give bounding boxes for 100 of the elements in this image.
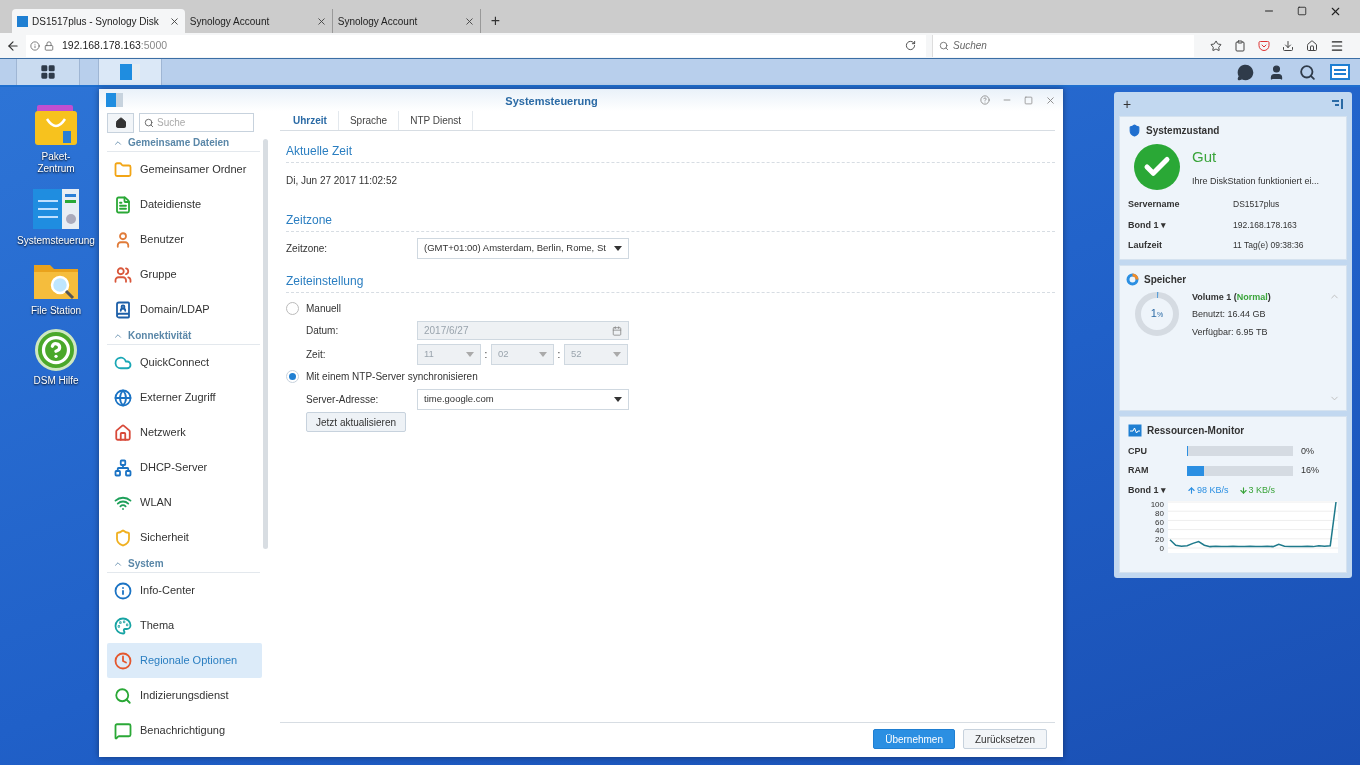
sidebar-section-title[interactable]: System	[128, 556, 164, 571]
interface-dropdown[interactable]: Bond 1 ▾	[1128, 483, 1187, 497]
donut-icon	[1126, 272, 1139, 286]
home-icon	[114, 117, 127, 129]
search-icon	[939, 40, 949, 51]
sidebar-item[interactable]: DHCP-Server	[107, 450, 262, 485]
field-label: Zeitzone:	[286, 242, 329, 256]
sidebar-item[interactable]: Sicherheit	[107, 520, 262, 555]
sidebar-section-title[interactable]: Gemeinsame Dateien	[128, 135, 230, 150]
sidebar-item[interactable]: Indizierungsdienst	[107, 678, 262, 713]
globe-icon	[114, 388, 132, 407]
browser-tab[interactable]: DS1517plus - Synology Disk	[12, 9, 185, 33]
close-icon[interactable]	[315, 15, 327, 27]
close-icon[interactable]	[168, 15, 180, 27]
info-icon[interactable]	[30, 40, 40, 51]
field-label: Server-Adresse:	[306, 393, 380, 407]
clipboard-icon[interactable]	[1234, 39, 1246, 52]
sidebar-section-title[interactable]: Konnektivität	[128, 328, 192, 343]
main-menu-button[interactable]	[16, 59, 80, 85]
widgets-toggle-icon[interactable]	[1330, 64, 1350, 80]
info-label: Laufzeit	[1128, 239, 1163, 252]
maximize-icon[interactable]	[1297, 6, 1307, 16]
sidebar-item[interactable]: Thema	[107, 608, 262, 643]
magnifier-icon	[114, 686, 132, 705]
chat-icon[interactable]	[1237, 63, 1254, 81]
new-tab-button[interactable]: +	[480, 9, 511, 33]
info-value: 192.168.178.163	[1233, 218, 1297, 232]
field-label: Zeit:	[306, 348, 327, 362]
download-arrow-icon	[1238, 485, 1248, 495]
axis-tick: 100	[1150, 501, 1164, 509]
file-icon	[114, 195, 132, 214]
axis-tick: 80	[1155, 509, 1164, 518]
monitor-pulse-icon	[1128, 423, 1142, 437]
pocket-icon[interactable]	[1258, 39, 1270, 52]
axis-tick: 20	[1155, 536, 1164, 545]
radio-label[interactable]: Mit einem NTP-Server synchronisieren	[306, 369, 478, 384]
tab[interactable]: Uhrzeit	[282, 111, 339, 130]
volume-name: Volume 1 (Normal)	[1192, 290, 1272, 304]
back-icon[interactable]	[6, 38, 20, 53]
lock-icon[interactable]	[44, 40, 54, 51]
download-icon[interactable]	[1282, 39, 1294, 52]
control-panel-taskbar-button[interactable]	[98, 59, 162, 85]
user-icon	[114, 230, 132, 249]
desktop-shortcut-label[interactable]: Paket-Zentrum	[32, 151, 80, 175]
window-title: Systemsteuerung	[505, 95, 598, 107]
desktop-shortcut-label[interactable]: DSM Hilfe	[33, 375, 79, 387]
browser-search-field[interactable]: Suchen	[932, 34, 1194, 57]
server-address-dropdown[interactable]: time.google.com	[417, 389, 629, 410]
control-panel-icon	[120, 63, 140, 81]
tab[interactable]: Sprache	[338, 111, 400, 130]
sidebar-item[interactable]: Benutzer	[107, 222, 262, 257]
network-icon	[114, 458, 132, 477]
info-icon	[114, 581, 132, 600]
reload-icon[interactable]	[905, 40, 916, 51]
shopping-bag-icon	[33, 103, 79, 147]
axis-tick: 0	[1159, 545, 1164, 553]
sidebar-item[interactable]: Domain/LDAP	[107, 292, 262, 327]
update-now-button[interactable]: Jetzt aktualisieren	[306, 412, 407, 432]
favicon-icon	[17, 15, 28, 27]
sidebar-item[interactable]: Info-Center	[107, 573, 262, 608]
home-button[interactable]	[107, 113, 134, 133]
info-label: Servername	[1128, 198, 1181, 211]
home-icon[interactable]	[1306, 39, 1318, 52]
search-icon[interactable]	[1299, 63, 1316, 81]
desktop-shortcut-label[interactable]: Systemsteuerung	[17, 235, 95, 247]
sidebar-item[interactable]: QuickConnect	[107, 345, 262, 380]
sidebar-item[interactable]: Externer Zugriff	[107, 380, 262, 415]
timezone-dropdown[interactable]: (GMT+01:00) Amsterdam, Berlin, Rome, St	[417, 238, 629, 259]
info-value: DS1517plus	[1233, 198, 1280, 211]
sidebar-item[interactable]: Dateidienste	[107, 187, 262, 222]
users-icon	[114, 265, 132, 284]
desktop-shortcut-label[interactable]: File Station	[31, 305, 81, 317]
caret-icon[interactable]	[614, 397, 622, 402]
control-panel-icon	[106, 93, 123, 107]
upload-rate: 98 KB/s	[1197, 483, 1229, 497]
user-icon[interactable]	[1268, 63, 1285, 81]
url-text[interactable]: 192.168.178.163:5000	[62, 37, 168, 54]
meter-label: RAM	[1128, 464, 1150, 477]
tab-title: Synology Account	[189, 14, 271, 29]
caret-icon[interactable]	[614, 246, 622, 251]
menu-icon[interactable]	[1330, 38, 1344, 53]
sidebar-item[interactable]: Netzwerk	[107, 415, 262, 450]
tab[interactable]: NTP Dienst	[399, 111, 474, 130]
section-heading: Zeiteinstellung	[286, 274, 364, 288]
used-space: Benutzt: 16.44 GB	[1192, 308, 1267, 321]
control-panel-icon	[32, 187, 80, 231]
field-label: Datum:	[306, 324, 340, 338]
reset-button[interactable]: Zurücksetzen	[962, 729, 1047, 749]
sidebar-item[interactable]: Benachrichtigung	[107, 713, 262, 748]
close-icon[interactable]	[463, 15, 475, 27]
sidebar-item[interactable]: WLAN	[107, 485, 262, 520]
panel-toggle-icon[interactable]	[1332, 99, 1343, 109]
sidebar-item[interactable]: Gruppe	[107, 257, 262, 292]
palette-icon	[114, 616, 132, 635]
sidebar-item[interactable]: Regionale Optionen	[107, 643, 262, 678]
help-icon	[35, 329, 77, 371]
star-icon[interactable]	[1210, 39, 1222, 52]
sidebar-item[interactable]: Gemeinsamer Ordner	[107, 152, 262, 187]
meter-label: CPU	[1128, 444, 1148, 458]
add-widget-button[interactable]: +	[1123, 97, 1132, 111]
